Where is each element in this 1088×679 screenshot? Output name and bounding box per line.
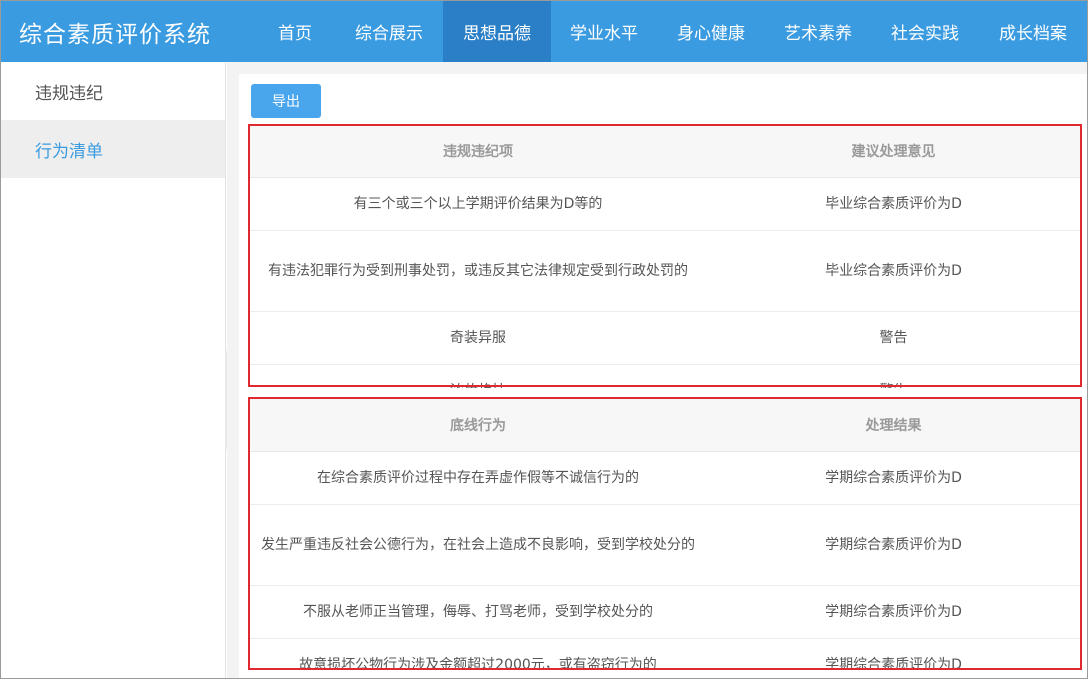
column-header-behavior: 底线行为	[450, 417, 506, 434]
table-row: 浓妆艳抹 警告	[249, 365, 1080, 388]
row-result: 学期综合素质评价为D	[825, 657, 962, 670]
nav-health[interactable]: 身心健康	[657, 1, 765, 62]
main-nav: 首页 综合展示 思想品德 学业水平 身心健康 艺术素养 社会实践 成长档案	[255, 1, 1087, 62]
row-item: 发生严重违反社会公德行为，在社会上造成不良影响，受到学校处分的	[261, 537, 695, 553]
table-row: 有违法犯罪行为受到刑事处罚，或违反其它法律规定受到行政处罚的 毕业综合素质评价为…	[249, 231, 1080, 312]
row-advice: 毕业综合素质评价为D	[825, 263, 962, 279]
sidebar: 违规违纪 行为清单	[1, 62, 226, 678]
row-item: 在综合素质评价过程中存在弄虚作假等不诚信行为的	[317, 470, 639, 486]
column-header-advice: 建议处理意见	[851, 143, 936, 160]
bottom-line-table[interactable]: 底线行为 处理结果 在综合素质评价过程中存在弄虚作假等不诚信行为的 学期综合素质…	[249, 398, 1080, 670]
row-advice: 毕业综合素质评价为D	[825, 196, 962, 212]
row-item: 故意损坏公物行为涉及金额超过2000元，或有盗窃行为的	[299, 657, 657, 670]
nav-art[interactable]: 艺术素养	[765, 1, 871, 62]
sidebar-item-violations[interactable]: 违规违纪	[1, 62, 225, 120]
row-item: 有三个或三个以上学期评价结果为D等的	[353, 196, 603, 212]
table-header: 底线行为 处理结果	[249, 398, 1080, 452]
row-item: 浓妆艳抹	[249, 377, 707, 388]
app-title: 综合素质评价系统	[19, 21, 211, 48]
nav-moral[interactable]: 思想品德	[443, 1, 551, 62]
top-navbar: 综合素质评价系统 首页 综合展示 思想品德 学业水平 身心健康 艺术素养 社会实…	[1, 1, 1087, 62]
row-item: 有违法犯罪行为受到刑事处罚，或违反其它法律规定受到行政处罚的	[268, 263, 688, 279]
table-row: 故意损坏公物行为涉及金额超过2000元，或有盗窃行为的 学期综合素质评价为D	[249, 639, 1080, 670]
row-result: 学期综合素质评价为D	[825, 604, 962, 620]
row-advice: 警告	[879, 330, 908, 346]
nav-overview[interactable]: 综合展示	[335, 1, 443, 62]
table-row: 发生严重违反社会公德行为，在社会上造成不良影响，受到学校处分的 学期综合素质评价…	[249, 505, 1080, 586]
sidebar-item-behavior-list[interactable]: 行为清单	[1, 120, 225, 178]
main-content: 导出 违规违纪项 建议处理意见 有三个或三个以上学期评价结果为D等的 毕业综合素…	[227, 62, 1087, 678]
nav-academic[interactable]: 学业水平	[551, 1, 657, 62]
column-header-result: 处理结果	[865, 417, 922, 434]
nav-practice[interactable]: 社会实践	[871, 1, 979, 62]
table-header: 违规违纪项 建议处理意见	[249, 124, 1080, 178]
row-result: 学期综合素质评价为D	[825, 470, 962, 486]
row-item: 不服从老师正当管理，侮辱、打骂老师，受到学校处分的	[303, 604, 653, 620]
table-row: 在综合素质评价过程中存在弄虚作假等不诚信行为的 学期综合素质评价为D	[249, 452, 1080, 505]
violation-table[interactable]: 违规违纪项 建议处理意见 有三个或三个以上学期评价结果为D等的 毕业综合素质评价…	[249, 124, 1080, 388]
table-row: 不服从老师正当管理，侮辱、打骂老师，受到学校处分的 学期综合素质评价为D	[249, 586, 1080, 639]
export-button[interactable]: 导出	[251, 84, 321, 118]
table-row: 有三个或三个以上学期评价结果为D等的 毕业综合素质评价为D	[249, 178, 1080, 231]
row-item: 奇装异服	[450, 330, 506, 346]
table-row: 奇装异服 警告	[249, 312, 1080, 365]
nav-home[interactable]: 首页	[255, 1, 335, 62]
row-advice: 警告	[707, 377, 1080, 388]
row-result: 学期综合素质评价为D	[825, 537, 962, 553]
nav-archive[interactable]: 成长档案	[979, 1, 1087, 62]
column-header-violation: 违规违纪项	[443, 143, 513, 160]
